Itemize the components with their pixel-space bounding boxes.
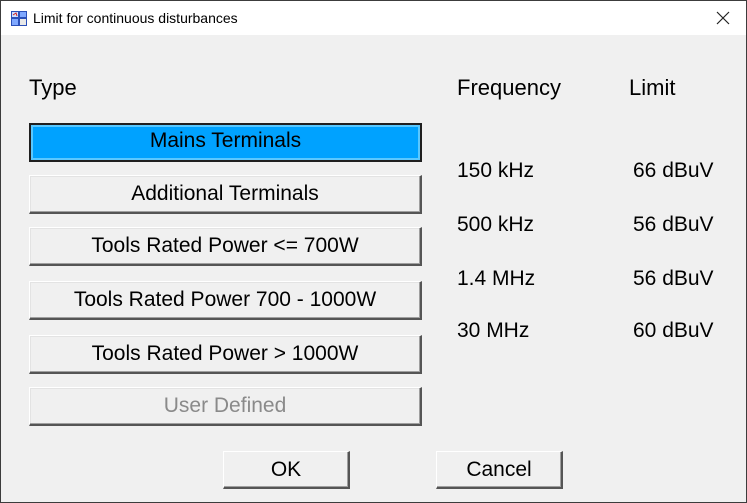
close-icon — [716, 11, 730, 25]
ok-button[interactable]: OK — [223, 451, 350, 489]
mains-terminals-button[interactable]: Mains Terminals — [29, 123, 422, 162]
limit-value: 60 dBuV — [633, 319, 714, 342]
dialog-window: Limit for continuous disturbances Type F… — [0, 0, 747, 503]
limit-header: Limit — [629, 75, 676, 100]
frequency-value: 1.4 MHz — [457, 267, 536, 290]
dialog-body: Type Frequency Limit Mains Terminals Add… — [1, 35, 746, 502]
additional-terminals-button[interactable]: Additional Terminals — [29, 175, 422, 214]
window-title: Limit for continuous disturbances — [33, 10, 238, 26]
user-defined-button: User Defined — [29, 387, 422, 426]
frequency-value: 30 MHz — [457, 319, 530, 342]
frequency-value: 150 kHz — [457, 159, 535, 182]
tools-gt-1000w-button[interactable]: Tools Rated Power > 1000W — [29, 335, 422, 374]
title-bar[interactable]: Limit for continuous disturbances — [1, 1, 746, 35]
frequency-header: Frequency — [457, 75, 561, 100]
tools-700-1000w-button[interactable]: Tools Rated Power 700 - 1000W — [29, 281, 422, 320]
limit-value: 56 dBuV — [633, 267, 714, 290]
type-header: Type — [29, 75, 77, 100]
frequency-value: 500 kHz — [457, 213, 535, 236]
tools-le-700w-button[interactable]: Tools Rated Power <= 700W — [29, 227, 422, 266]
app-icon — [11, 11, 27, 26]
limit-value: 56 dBuV — [633, 213, 714, 236]
limit-value: 66 dBuV — [633, 159, 714, 182]
close-button[interactable] — [700, 1, 746, 35]
cancel-button[interactable]: Cancel — [436, 451, 563, 489]
